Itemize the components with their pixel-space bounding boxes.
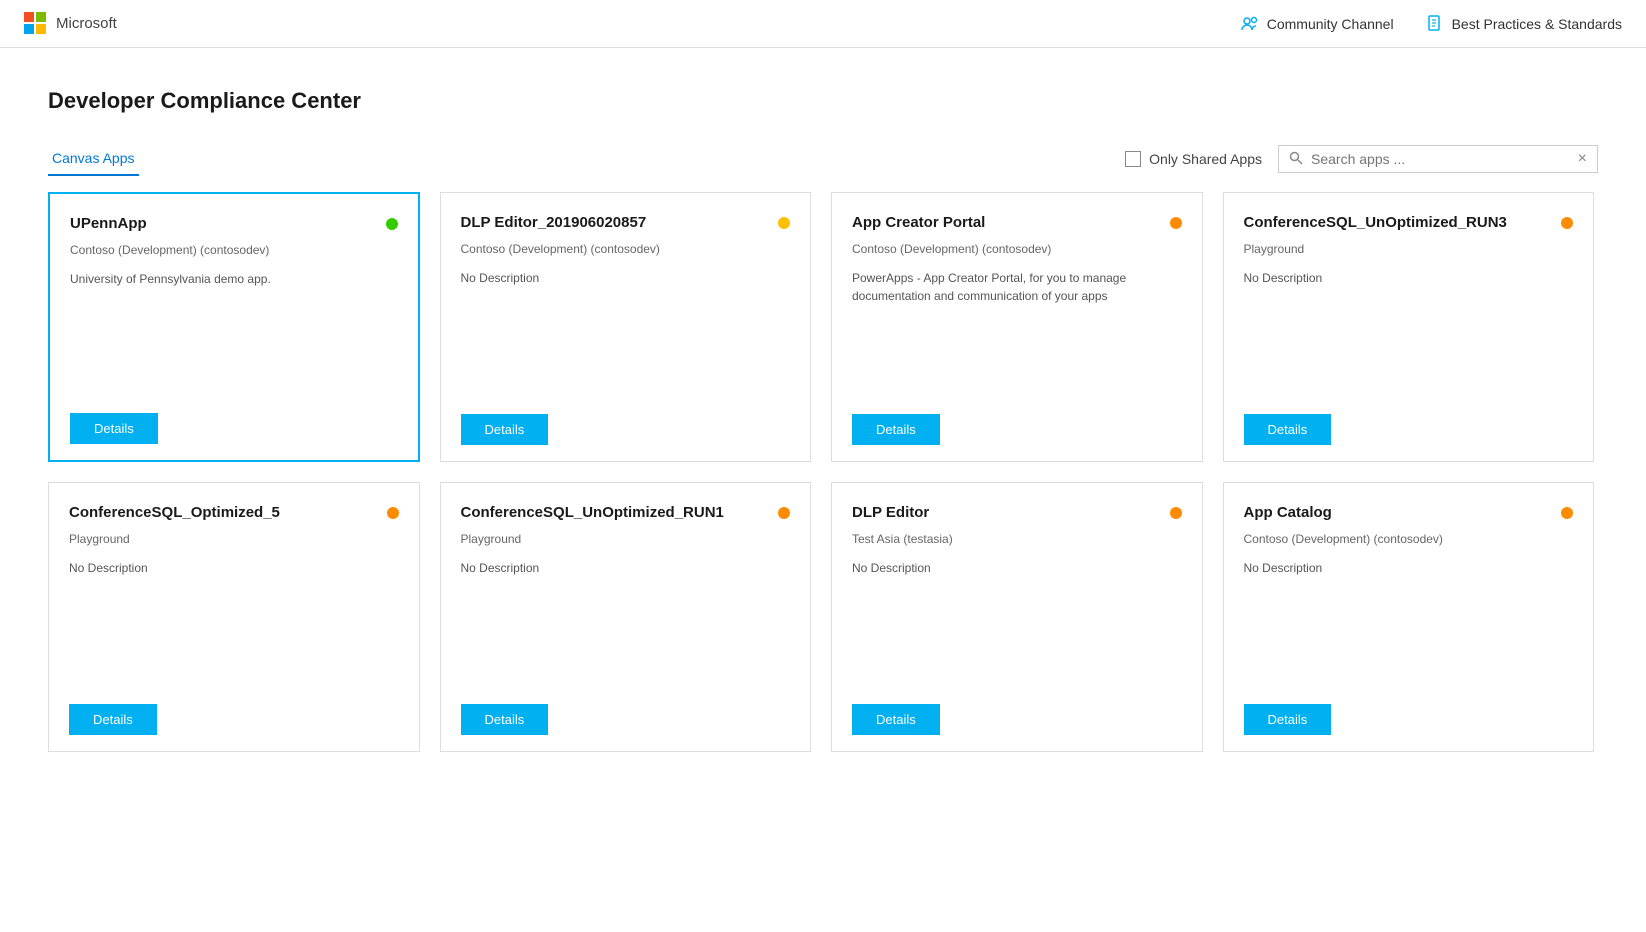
- tabs: Canvas Apps: [48, 142, 159, 176]
- apps-grid: UPennApp Contoso (Development) (contosod…: [48, 192, 1598, 752]
- app-card-dlp-editor[interactable]: DLP Editor Test Asia (testasia) No Descr…: [831, 482, 1203, 752]
- card-description: No Description: [461, 559, 791, 688]
- card-header: ConferenceSQL_UnOptimized_RUN3: [1244, 213, 1574, 233]
- card-footer: Details: [852, 398, 1182, 445]
- header-brand-area: Microsoft: [24, 12, 117, 36]
- card-header: DLP Editor_201906020857: [461, 213, 791, 233]
- status-dot: [778, 507, 790, 519]
- card-subtitle: Contoso (Development) (contosodev): [70, 242, 398, 259]
- status-dot: [386, 218, 398, 230]
- card-footer: Details: [1244, 688, 1574, 735]
- best-practices-label: Best Practices & Standards: [1452, 16, 1622, 32]
- card-title: App Creator Portal: [852, 213, 1162, 233]
- card-footer: Details: [69, 688, 399, 735]
- main-content: Developer Compliance Center Canvas Apps …: [0, 48, 1646, 772]
- status-dot: [778, 217, 790, 229]
- card-footer: Details: [852, 688, 1182, 735]
- card-title: ConferenceSQL_Optimized_5: [69, 503, 379, 523]
- card-subtitle: Test Asia (testasia): [852, 531, 1182, 548]
- toolbar-right: Only Shared Apps ×: [1125, 145, 1598, 173]
- status-dot: [1561, 217, 1573, 229]
- details-button[interactable]: Details: [1244, 704, 1332, 735]
- search-box: ×: [1278, 145, 1598, 173]
- card-header: App Creator Portal: [852, 213, 1182, 233]
- card-header: UPennApp: [70, 214, 398, 234]
- details-button[interactable]: Details: [852, 704, 940, 735]
- search-icon: [1289, 151, 1303, 168]
- details-button[interactable]: Details: [461, 414, 549, 445]
- card-header: DLP Editor: [852, 503, 1182, 523]
- card-title: ConferenceSQL_UnOptimized_RUN3: [1244, 213, 1554, 233]
- brand-name: Microsoft: [56, 15, 117, 32]
- card-footer: Details: [1244, 398, 1574, 445]
- card-description: No Description: [852, 559, 1182, 688]
- details-button[interactable]: Details: [852, 414, 940, 445]
- microsoft-logo: [24, 12, 48, 36]
- details-button[interactable]: Details: [70, 413, 158, 444]
- status-dot: [387, 507, 399, 519]
- app-card-dlp-editor-201906020857[interactable]: DLP Editor_201906020857 Contoso (Develop…: [440, 192, 812, 462]
- toolbar: Canvas Apps Only Shared Apps ×: [48, 142, 1598, 176]
- close-icon[interactable]: ×: [1578, 150, 1587, 168]
- card-subtitle: Playground: [69, 531, 399, 548]
- only-shared-checkbox[interactable]: [1125, 151, 1141, 167]
- card-description: No Description: [1244, 559, 1574, 688]
- card-header: App Catalog: [1244, 503, 1574, 523]
- header: Microsoft Community Channel: [0, 0, 1646, 48]
- only-shared-toggle[interactable]: Only Shared Apps: [1125, 151, 1262, 167]
- card-description: No Description: [1244, 269, 1574, 398]
- app-card-app-catalog[interactable]: App Catalog Contoso (Development) (conto…: [1223, 482, 1595, 752]
- community-channel-label: Community Channel: [1267, 16, 1394, 32]
- page-title: Developer Compliance Center: [48, 88, 1598, 114]
- header-nav: Community Channel Best Practices & Stand…: [1241, 15, 1622, 33]
- status-dot: [1561, 507, 1573, 519]
- search-input[interactable]: [1311, 151, 1570, 167]
- card-title: DLP Editor: [852, 503, 1162, 523]
- card-footer: Details: [70, 397, 398, 444]
- card-description: PowerApps - App Creator Portal, for you …: [852, 269, 1182, 398]
- card-subtitle: Contoso (Development) (contosodev): [461, 241, 791, 258]
- details-button[interactable]: Details: [461, 704, 549, 735]
- card-header: ConferenceSQL_Optimized_5: [69, 503, 399, 523]
- card-subtitle: Contoso (Development) (contosodev): [1244, 531, 1574, 548]
- card-footer: Details: [461, 398, 791, 445]
- card-description: No Description: [69, 559, 399, 688]
- card-title: App Catalog: [1244, 503, 1554, 523]
- card-footer: Details: [461, 688, 791, 735]
- community-channel-link[interactable]: Community Channel: [1241, 15, 1394, 33]
- status-dot: [1170, 507, 1182, 519]
- card-subtitle: Playground: [461, 531, 791, 548]
- tab-canvas-apps[interactable]: Canvas Apps: [48, 142, 139, 176]
- app-card-app-creator-portal[interactable]: App Creator Portal Contoso (Development)…: [831, 192, 1203, 462]
- card-header: ConferenceSQL_UnOptimized_RUN1: [461, 503, 791, 523]
- card-description: No Description: [461, 269, 791, 398]
- app-card-upennapp[interactable]: UPennApp Contoso (Development) (contosod…: [48, 192, 420, 462]
- card-title: UPennApp: [70, 214, 378, 234]
- card-subtitle: Playground: [1244, 241, 1574, 258]
- only-shared-label: Only Shared Apps: [1149, 151, 1262, 167]
- best-practices-link[interactable]: Best Practices & Standards: [1426, 15, 1622, 33]
- details-button[interactable]: Details: [1244, 414, 1332, 445]
- status-dot: [1170, 217, 1182, 229]
- card-title: DLP Editor_201906020857: [461, 213, 771, 233]
- card-title: ConferenceSQL_UnOptimized_RUN1: [461, 503, 771, 523]
- card-subtitle: Contoso (Development) (contosodev): [852, 241, 1182, 258]
- app-card-conferencesql-optimized-5[interactable]: ConferenceSQL_Optimized_5 Playground No …: [48, 482, 420, 752]
- card-description: University of Pennsylvania demo app.: [70, 270, 398, 397]
- document-icon: [1426, 15, 1444, 33]
- people-icon: [1241, 15, 1259, 33]
- apps-grid-container: UPennApp Contoso (Development) (contosod…: [48, 192, 1598, 752]
- details-button[interactable]: Details: [69, 704, 157, 735]
- app-card-conferencesql-unoptimized-run1[interactable]: ConferenceSQL_UnOptimized_RUN1 Playgroun…: [440, 482, 812, 752]
- app-card-conferencesql-unoptimized-run3[interactable]: ConferenceSQL_UnOptimized_RUN3 Playgroun…: [1223, 192, 1595, 462]
